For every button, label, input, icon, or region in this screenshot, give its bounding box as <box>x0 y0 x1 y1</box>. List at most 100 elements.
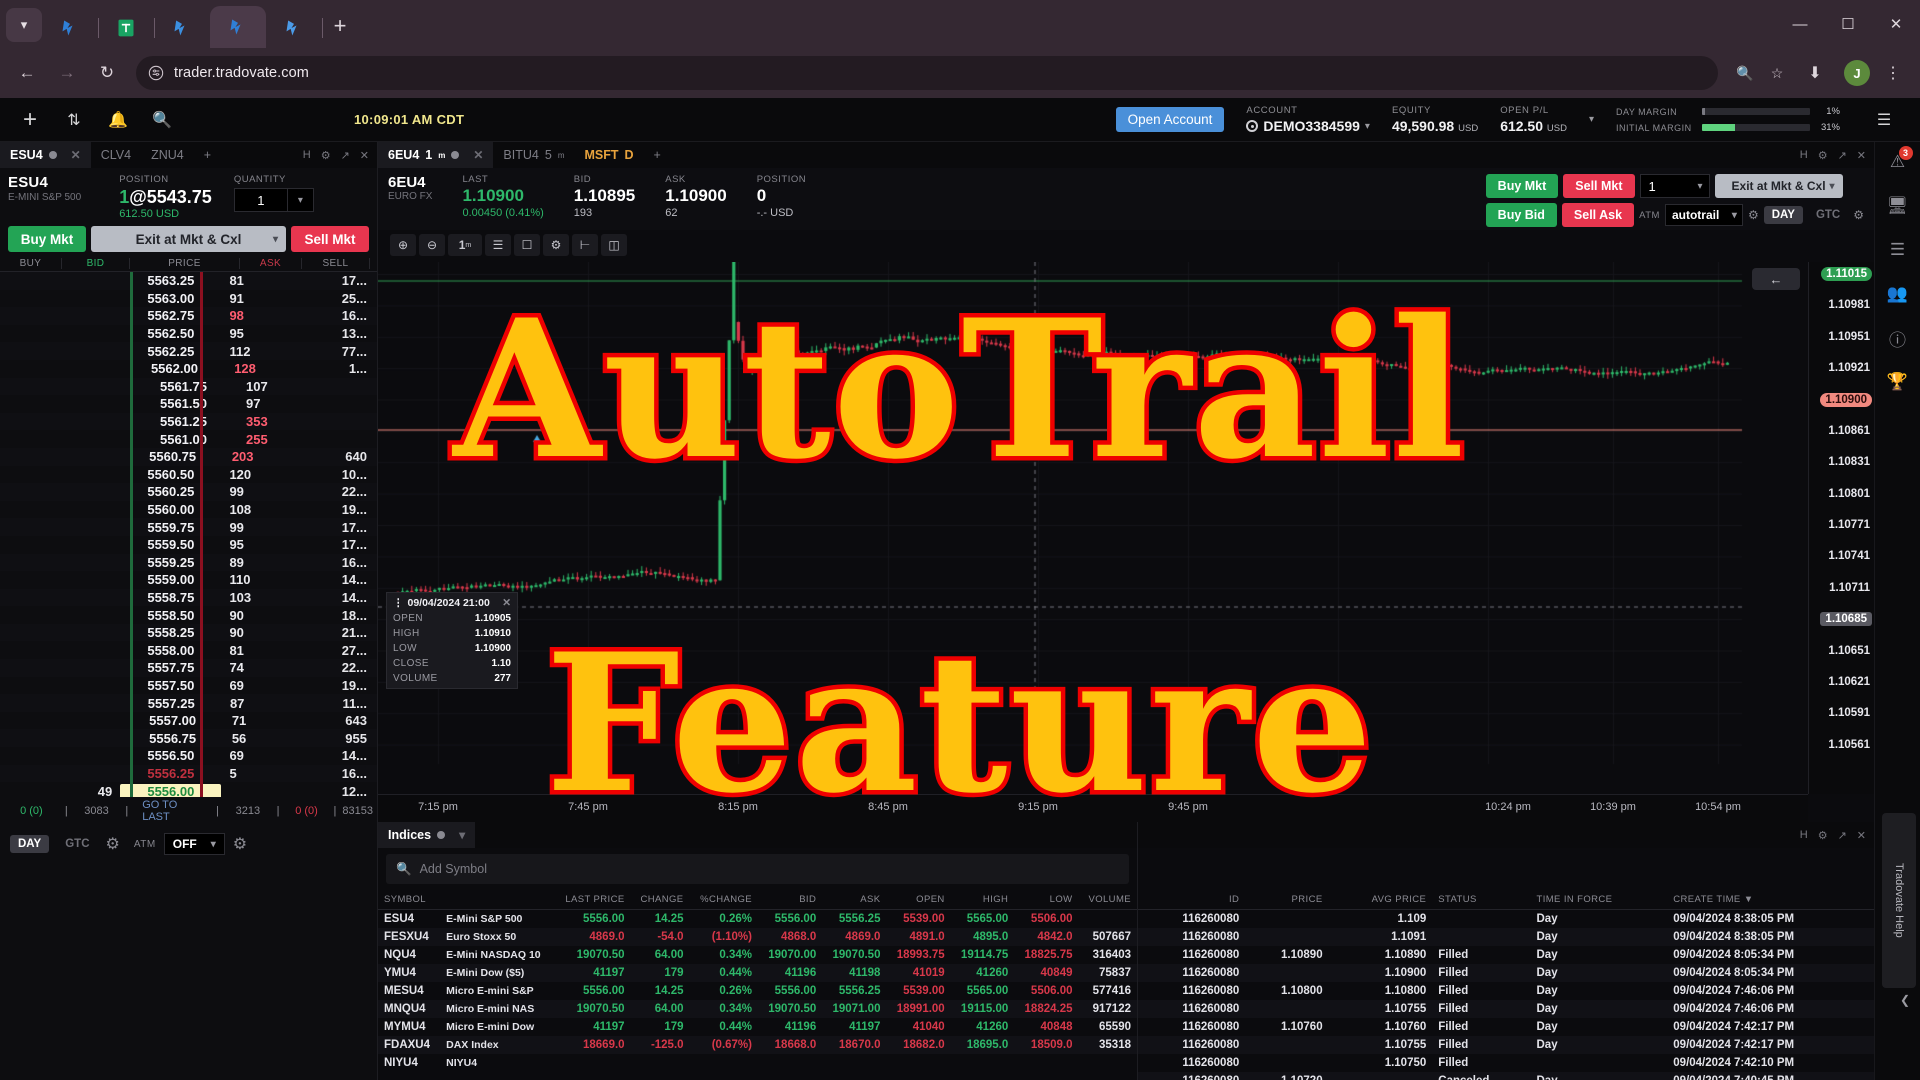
gear-icon[interactable]: ⚙ <box>321 149 331 162</box>
chrome-menu-icon[interactable]: ⋮ <box>1876 56 1910 90</box>
settings-icon[interactable]: ⚙ <box>543 234 569 256</box>
ladder-row[interactable]: 5558.00 81 27... <box>0 641 377 659</box>
table-row[interactable]: ESU4 E-Mini S&P 500 5556.00 14.25 0.26% 5556.… <box>378 910 1137 929</box>
table-row[interactable]: NIYU4 NIYU4 <box>378 1054 1137 1072</box>
help-side-tab[interactable]: Tradovate Help <box>1882 813 1916 988</box>
close-icon[interactable]: ✕ <box>502 597 511 609</box>
table-row[interactable]: MESU4 Micro E-mini S&P 5556.00 14.25 0.26% 55… <box>378 982 1137 1000</box>
account-expand-chevron-icon[interactable]: ▾ <box>1589 114 1594 125</box>
table-row[interactable]: FDAXU4 DAX Index 18669.0 -125.0 (0.67%) 18668… <box>378 1036 1137 1054</box>
grid-settings-icon[interactable]: ☰ <box>1862 100 1906 140</box>
chat-icon[interactable]: ⚠ 3 <box>1883 146 1913 174</box>
buy-market-button[interactable]: Buy Mkt <box>8 226 86 252</box>
ladder-row[interactable]: 5559.25 89 16... <box>0 553 377 572</box>
day-chip[interactable]: DAY <box>1763 206 1803 224</box>
table-row[interactable]: 116260080 1.10750 Filled 09/04/2024 7:42:10… <box>1138 1054 1874 1072</box>
table-row[interactable]: MNQU4 Micro E-mini NAS 19070.50 64.00 0.34% 1… <box>378 1000 1137 1018</box>
chart-tab-bitu4[interactable]: BITU4 5 m <box>493 142 574 168</box>
ladder-price-cell[interactable]: 5562.50 <box>120 326 221 341</box>
indices-column-header[interactable]: HIGH <box>950 890 1015 910</box>
orders-column-header[interactable]: STATUS <box>1432 890 1531 910</box>
orders-column-header[interactable]: PRICE <box>1245 890 1329 910</box>
browser-tab-1[interactable] <box>42 8 99 48</box>
ladder-price-cell[interactable]: 5558.00 <box>120 643 221 658</box>
help-icon[interactable]: ⓘ <box>1883 326 1913 350</box>
ladder-price-cell[interactable]: 5561.25 <box>129 414 238 429</box>
history-icon[interactable]: H <box>1800 829 1808 841</box>
orders-column-header[interactable]: TIME IN FORCE <box>1530 890 1668 910</box>
ladder-row[interactable]: 5562.50 95 13... <box>0 325 377 343</box>
zoom-in-icon[interactable]: ⊕ <box>390 234 416 256</box>
ladder-price-cell[interactable]: 5559.25 <box>120 555 221 570</box>
chevron-down-icon[interactable]: ▾ <box>287 188 314 212</box>
table-row[interactable]: 116260080 1.109 Day 09/04/2024 8:38:05 PM <box>1138 910 1874 929</box>
dom-tab-add[interactable]: + <box>194 142 221 168</box>
chevron-down-icon[interactable]: ▾ <box>1698 181 1703 192</box>
ladder-price-cell[interactable]: 5557.00 <box>121 713 223 728</box>
chevron-down-icon[interactable]: ▾ <box>1830 181 1835 192</box>
help-collapse-chevron-icon[interactable]: ❮ <box>1900 993 1910 1007</box>
browser-tab-2[interactable] <box>98 8 155 48</box>
ladder-row[interactable]: 5557.25 87 11... <box>0 694 377 712</box>
table-row[interactable]: 116260080 1.1091 Day 09/04/2024 8:38:05 PM <box>1138 928 1874 946</box>
close-icon[interactable]: ✕ <box>473 148 483 162</box>
timeframe-button[interactable]: 1m <box>448 234 482 256</box>
go-to-last-button[interactable]: GO TO LAST <box>142 799 202 823</box>
indices-column-header[interactable]: BID <box>758 890 823 910</box>
chart-time-axis[interactable]: 7:15 pm 7:45 pm 8:15 pm 8:45 pm 9:15 pm 9:45 … <box>378 794 1808 822</box>
sell-market-button[interactable]: Sell Mkt <box>1563 174 1635 198</box>
ladder-row[interactable]: 5561.00 255 <box>0 430 377 448</box>
gear-icon[interactable]: ⚙ <box>1818 149 1828 162</box>
ladder-price-cell[interactable]: 5558.25 <box>120 625 221 640</box>
ladder-row[interactable]: 5559.75 99 17... <box>0 518 377 536</box>
browser-tab-4-active[interactable] <box>210 6 266 48</box>
table-row[interactable]: 1162600801.10720 CanceledDay09/04/2024 7:… <box>1138 1072 1874 1080</box>
gear-icon[interactable]: ⚙ <box>106 834 120 854</box>
ladder-row[interactable]: 5560.25 99 22... <box>0 483 377 501</box>
atm-select[interactable]: OFF ▾ <box>163 833 225 855</box>
ladder-row[interactable]: 5558.75 103 14... <box>0 588 377 607</box>
ladder-row[interactable]: 49 5556.00 12... <box>0 782 377 797</box>
table-row[interactable]: FESXU4 Euro Stoxx 50 4869.0 -54.0 (1.10%) 486… <box>378 928 1137 946</box>
table-row[interactable]: 116260080 1.10900 Filled Day 09/04/2024 8:05… <box>1138 964 1874 982</box>
downloads-icon[interactable]: ⬇ <box>1798 56 1832 90</box>
dom-tab-clv4[interactable]: CLV4 <box>91 142 141 168</box>
orders-body[interactable]: 116260080 1.109 Day 09/04/2024 8:38:05 PM 11… <box>1138 910 1874 1080</box>
history-icon[interactable]: H <box>303 149 311 161</box>
table-row[interactable]: MYMU4 Micro E-mini Dow 41197 179 0.44% 41196 4… <box>378 1018 1137 1036</box>
profile-avatar[interactable]: J <box>1844 60 1870 86</box>
dom-tab-znu4[interactable]: ZNU4 <box>141 142 194 168</box>
ladder-row[interactable]: 5560.00 108 19... <box>0 501 377 519</box>
ladder-row[interactable]: 5560.75 203 640 <box>0 447 377 466</box>
zoom-icon[interactable]: 🔍 <box>1730 58 1760 88</box>
ladder-price-cell[interactable]: 5560.75 <box>121 449 223 464</box>
table-row[interactable]: NQU4 E-Mini NASDAQ 10 19070.50 64.00 0.34% 19… <box>378 946 1137 964</box>
ladder-row[interactable]: 5557.50 69 19... <box>0 677 377 695</box>
bookmark-star-icon[interactable]: ☆ <box>1762 58 1792 88</box>
ladder-row[interactable]: 5557.00 71 643 <box>0 712 377 730</box>
ladder-price-cell[interactable]: 5563.25 <box>120 273 221 288</box>
monitor-icon[interactable]: 🖥 <box>1883 194 1913 218</box>
ladder-price-cell[interactable]: 5560.50 <box>120 467 221 482</box>
indices-body[interactable]: ESU4 E-Mini S&P 500 5556.00 14.25 0.26% 5556.… <box>378 910 1137 1073</box>
ladder-price-cell[interactable]: 5562.75 <box>120 308 221 323</box>
close-icon[interactable]: ✕ <box>1857 829 1866 842</box>
indices-column-header[interactable]: CHANGE <box>630 890 690 910</box>
add-module-icon[interactable]: + <box>8 100 52 140</box>
close-icon[interactable]: ✕ <box>1872 0 1920 48</box>
indices-column-header[interactable]: OPEN <box>886 890 951 910</box>
ladder-row[interactable]: 5559.00 110 14... <box>0 571 377 589</box>
orders-column-header[interactable]: CREATE TIME ▼ <box>1667 890 1874 910</box>
site-settings-icon[interactable] <box>148 65 164 81</box>
chart-plot-area[interactable]: 1.11015 1.10981 1.10951 1.10921 1.10900 1.108… <box>378 262 1874 855</box>
ladder-price-cell[interactable]: 5556.00 <box>120 783 222 797</box>
ladder-row[interactable]: 5558.25 90 21... <box>0 623 377 642</box>
forward-icon[interactable]: → <box>50 56 84 90</box>
chevron-down-icon[interactable]: ▾ <box>273 234 278 245</box>
bell-icon[interactable]: 🔔 <box>96 100 140 140</box>
exit-at-market-button[interactable]: Exit at Mkt & Cxl ▾ <box>1714 174 1843 198</box>
gear-icon[interactable]: ⚙ <box>1748 208 1759 222</box>
table-row[interactable]: 116260080 1.10755 Filled Day 09/04/2024 7:46… <box>1138 1000 1874 1018</box>
tab-search-chevron-icon[interactable]: ▾ <box>6 8 42 42</box>
ladder-price-cell[interactable]: 5561.50 <box>129 396 238 411</box>
